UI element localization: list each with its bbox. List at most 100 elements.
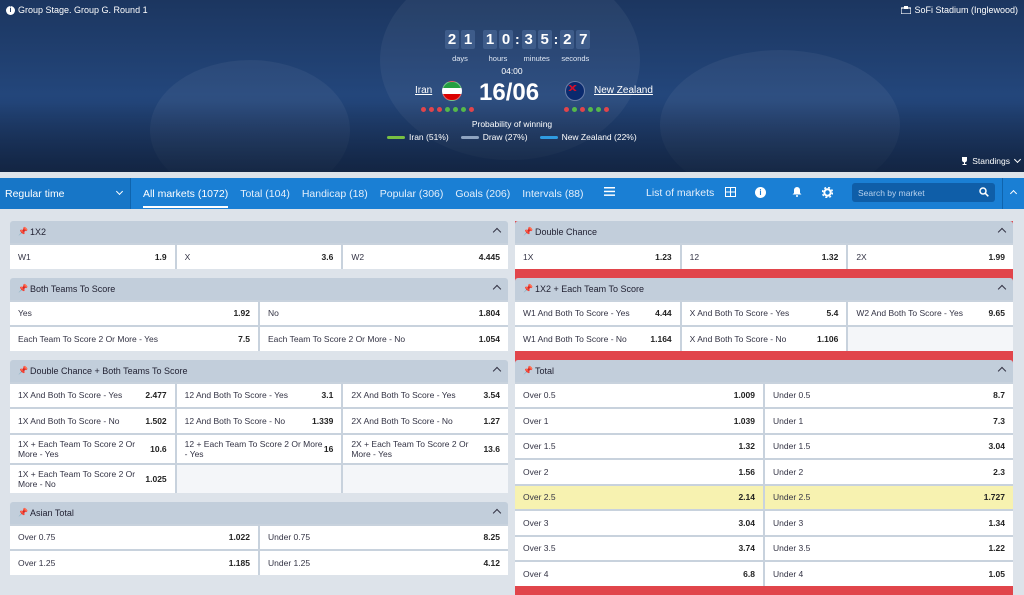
odds-cell[interactable]: 1X + Each Team To Score 2 Or More - No 1.… xyxy=(10,464,175,493)
pin-icon[interactable]: 📌 xyxy=(18,284,28,293)
odds-cell[interactable]: W1 And Both To Score - No 1.164 xyxy=(515,327,680,351)
odds-cell[interactable]: Over 3.5 3.74 xyxy=(515,536,763,560)
market-header[interactable]: 📌 Both Teams To Score xyxy=(10,277,508,300)
odds-cell[interactable]: Over 1 1.039 xyxy=(515,409,763,433)
pin-icon[interactable]: 📌 xyxy=(18,227,28,236)
outcome-label: 12 And Both To Score - Yes xyxy=(184,390,288,401)
odds-cell[interactable]: 12 And Both To Score - No 1.339 xyxy=(176,409,342,433)
tab-intervals[interactable]: Intervals (88) xyxy=(522,188,583,208)
odds-cell[interactable]: Under 0.5 8.7 xyxy=(765,383,1013,407)
notifications-button[interactable] xyxy=(792,187,802,200)
grid-layout-icon xyxy=(725,187,736,197)
odds-value: 1.56 xyxy=(738,466,755,477)
odds-cell[interactable]: Under 1 7.3 xyxy=(765,409,1013,433)
odds-cell[interactable]: Over 4 6.8 xyxy=(515,562,763,586)
market-header[interactable]: 📌 1X2 + Each Team To Score xyxy=(515,277,1013,300)
list-of-markets-link[interactable]: List of markets xyxy=(646,187,714,199)
tab-handicap[interactable]: Handicap (18) xyxy=(302,188,368,208)
odds-cell[interactable]: 12 And Both To Score - Yes 3.1 xyxy=(176,383,342,407)
tab-goals[interactable]: Goals (206) xyxy=(455,188,510,208)
odds-cell[interactable]: Over 0.5 1.009 xyxy=(515,383,763,407)
odds-cell[interactable]: Under 2.5 1.727 xyxy=(765,485,1013,509)
odds-cell[interactable]: 2X And Both To Score - Yes 3.54 xyxy=(343,383,508,407)
odds-cell[interactable]: Over 3 3.04 xyxy=(515,511,763,535)
odds-cell[interactable]: Over 1.5 1.32 xyxy=(515,434,763,458)
odds-cell[interactable]: X And Both To Score - No 1.106 xyxy=(681,327,847,351)
market-header[interactable]: 📌 Total xyxy=(515,359,1013,382)
more-tabs-menu[interactable] xyxy=(604,187,615,199)
collapse-chevron-icon[interactable] xyxy=(492,284,502,293)
layout-toggle[interactable] xyxy=(725,187,736,200)
tab-all-markets[interactable]: All markets (1072) xyxy=(143,188,229,208)
odds-cell[interactable]: W2 4.445 xyxy=(343,245,508,269)
info-button[interactable]: i xyxy=(755,187,766,198)
odds-cell[interactable]: No 1.804 xyxy=(260,301,508,325)
standings-button[interactable]: Standings xyxy=(960,155,1022,166)
market-header[interactable]: 📌 Double Chance xyxy=(515,221,1013,243)
odds-cell[interactable]: 2X 1.99 xyxy=(848,245,1013,269)
odds-cell[interactable]: Under 4 1.05 xyxy=(765,562,1013,586)
odds-cell[interactable]: W1 And Both To Score - Yes 4.44 xyxy=(515,301,680,325)
odds-cell[interactable]: Under 3 1.34 xyxy=(765,511,1013,535)
odds-cell[interactable]: Under 0.75 8.25 xyxy=(260,525,508,549)
team2-link[interactable]: New Zealand xyxy=(594,85,653,96)
pin-icon[interactable]: 📌 xyxy=(18,366,28,375)
settings-button[interactable] xyxy=(821,186,834,201)
outcome-label: Over 3 xyxy=(523,517,549,528)
odds-cell[interactable]: Over 0.75 1.022 xyxy=(10,525,258,549)
pin-icon[interactable]: 📌 xyxy=(523,227,533,236)
pin-icon[interactable]: 📌 xyxy=(523,284,533,293)
odds-cell[interactable]: Over 2 1.56 xyxy=(515,460,763,484)
period-select[interactable]: Regular time xyxy=(0,178,131,209)
market-header[interactable]: 📌 Asian Total xyxy=(10,501,508,524)
odds-cell[interactable]: W1 1.9 xyxy=(10,245,175,269)
market-search-input[interactable]: Search by market xyxy=(852,183,995,202)
odds-cell[interactable]: Each Team To Score 2 Or More - Yes 7.5 xyxy=(10,327,258,351)
pin-icon[interactable]: 📌 xyxy=(18,508,28,517)
odds-cell[interactable]: W2 And Both To Score - Yes 9.65 xyxy=(848,301,1013,325)
outcome-label: Over 1.5 xyxy=(523,441,556,452)
odds-cell[interactable]: 1X 1.23 xyxy=(515,245,680,269)
collapse-chevron-icon[interactable] xyxy=(492,508,502,517)
market-header[interactable]: 📌 Double Chance + Both Teams To Score xyxy=(10,359,508,382)
odds-cell[interactable]: Under 1.5 3.04 xyxy=(765,434,1013,458)
collapse-chevron-icon[interactable] xyxy=(997,227,1007,237)
odds-cell[interactable]: Under 2 2.3 xyxy=(765,460,1013,484)
outcome-label: Under 1.25 xyxy=(268,557,311,568)
odds-cell[interactable]: Under 3.5 1.22 xyxy=(765,536,1013,560)
odds-cell[interactable]: X And Both To Score - Yes 5.4 xyxy=(681,301,847,325)
market-block: 📌 Both Teams To Score Yes 1.92 No 1.804 Each T… xyxy=(10,277,508,351)
odds-cell[interactable]: Yes 1.92 xyxy=(10,301,258,325)
odds-value: 1.22 xyxy=(988,543,1005,554)
odds-cell[interactable]: 2X + Each Team To Score 2 Or More - Yes 1… xyxy=(343,434,508,463)
odds-cell[interactable]: 1X And Both To Score - No 1.502 xyxy=(10,409,175,433)
market-header[interactable]: 📌 1X2 xyxy=(10,221,508,243)
odds-cell[interactable]: 2X And Both To Score - No 1.27 xyxy=(343,409,508,433)
odds-value: 1.185 xyxy=(228,557,250,568)
odds-cell[interactable]: 1X + Each Team To Score 2 Or More - Yes 1… xyxy=(10,434,175,463)
tab-popular[interactable]: Popular (306) xyxy=(380,188,444,208)
odds-cell[interactable]: 12 + Each Team To Score 2 Or More - Yes 1… xyxy=(176,434,342,463)
odds-cell[interactable]: X 3.6 xyxy=(176,245,342,269)
market-title: 1X2 xyxy=(30,227,47,237)
collapse-header-button[interactable] xyxy=(1002,178,1024,209)
odds-value: 3.04 xyxy=(988,441,1005,452)
odds-cell[interactable]: 12 1.32 xyxy=(681,245,847,269)
odds-value: 1.025 xyxy=(145,473,167,484)
odds-cell[interactable]: 1X And Both To Score - Yes 2.477 xyxy=(10,383,175,407)
collapse-chevron-icon[interactable] xyxy=(492,366,502,375)
odds-cell[interactable]: Under 1.25 4.12 xyxy=(260,551,508,575)
empty-cell xyxy=(848,327,1013,351)
collapse-chevron-icon[interactable] xyxy=(997,366,1007,375)
pin-icon[interactable]: 📌 xyxy=(523,366,533,375)
collapse-chevron-icon[interactable] xyxy=(997,284,1007,293)
market-block: 📌 Asian Total Over 0.75 1.022 Under 0.75 8.25… xyxy=(10,501,508,575)
outcome-label: Over 1 xyxy=(523,415,549,426)
odds-cell[interactable]: Over 2.5 2.14 xyxy=(515,485,763,509)
market-title: Asian Total xyxy=(30,507,74,518)
tab-total[interactable]: Total (104) xyxy=(240,188,290,208)
collapse-chevron-icon[interactable] xyxy=(492,227,502,237)
team1-link[interactable]: Iran xyxy=(415,85,432,96)
odds-cell[interactable]: Each Team To Score 2 Or More - No 1.054 xyxy=(260,327,508,351)
odds-cell[interactable]: Over 1.25 1.185 xyxy=(10,551,258,575)
